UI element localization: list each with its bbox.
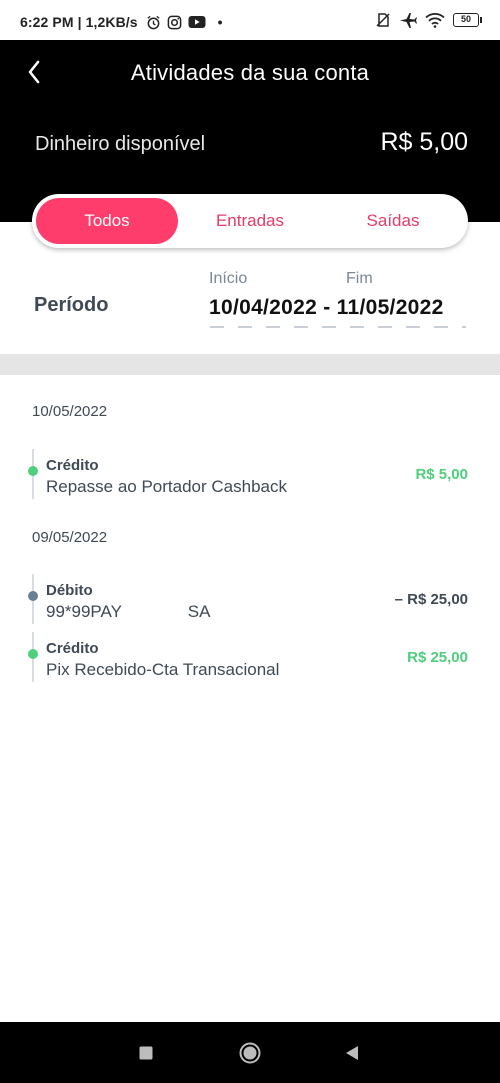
- period-label: Período: [34, 294, 109, 316]
- page-title: Atividades da sua conta: [130, 60, 370, 85]
- period-end-label: Fim: [346, 270, 373, 287]
- instagram-icon: [167, 15, 182, 29]
- section-divider: [0, 354, 500, 375]
- transaction-row[interactable]: Crédito Repasse ao Portador Cashback R$ …: [28, 449, 468, 499]
- transaction-amount: R$ 5,00: [415, 466, 468, 483]
- status-dot: •: [217, 14, 223, 30]
- alarm-icon: [147, 15, 160, 29]
- home-circle-icon: [239, 1042, 261, 1063]
- tab-entradas[interactable]: Entradas: [178, 198, 322, 244]
- credit-dot: [28, 649, 38, 659]
- period-start-label: Início: [209, 270, 248, 287]
- transaction-description: Repasse ao Portador Cashback: [46, 477, 287, 496]
- day-label: 10/05/2022: [32, 403, 108, 420]
- triangle-back-icon: [346, 1045, 358, 1060]
- transaction-type: Crédito: [46, 457, 99, 474]
- transaction-type: Débito: [46, 582, 93, 599]
- day-label: 09/05/2022: [32, 529, 108, 546]
- status-time: 6:22 PM | 1,2KB/s: [20, 14, 138, 30]
- battery-icon: 50: [453, 13, 482, 27]
- back-nav-button[interactable]: [322, 1022, 382, 1083]
- tab-saidas[interactable]: Saídas: [322, 198, 464, 244]
- date-range-picker[interactable]: 10/04/2022 - 11/05/2022: [209, 296, 444, 320]
- balance-label: Dinheiro disponível: [35, 133, 206, 155]
- filter-tabs: Todos Entradas Saídas: [32, 194, 468, 248]
- transaction-description: Pix Recebido-Cta Transacional: [46, 660, 280, 679]
- recents-button[interactable]: [116, 1022, 176, 1083]
- debit-dot: [28, 591, 38, 601]
- transaction-amount: – R$ 25,00: [394, 591, 468, 608]
- wifi-icon: [425, 13, 445, 28]
- no-sim-icon: [376, 13, 390, 27]
- transaction-row[interactable]: Débito 99*99PAY SA – R$ 25,00: [28, 574, 468, 624]
- credit-dot: [28, 466, 38, 476]
- tab-todos[interactable]: Todos: [36, 198, 178, 244]
- status-right: 50: [375, 12, 482, 28]
- transaction-description: 99*99PAY SA: [46, 602, 211, 621]
- youtube-icon: [188, 16, 206, 28]
- battery-level: 50: [453, 13, 479, 27]
- status-left: 6:22 PM | 1,2KB/s •: [20, 14, 223, 30]
- status-bar: 6:22 PM | 1,2KB/s • 50: [0, 0, 500, 40]
- square-icon: [139, 1046, 153, 1059]
- home-button[interactable]: [220, 1022, 280, 1083]
- transaction-row[interactable]: Crédito Pix Recebido-Cta Transacional R$…: [28, 632, 468, 682]
- system-nav-bar: [0, 1022, 500, 1083]
- transaction-type: Crédito: [46, 640, 99, 657]
- date-range-underline: [210, 326, 466, 328]
- balance-value: R$ 5,00: [380, 128, 468, 156]
- airplane-icon: [400, 13, 417, 28]
- transaction-amount: R$ 25,00: [407, 649, 468, 666]
- status-icons-left: •: [146, 14, 223, 30]
